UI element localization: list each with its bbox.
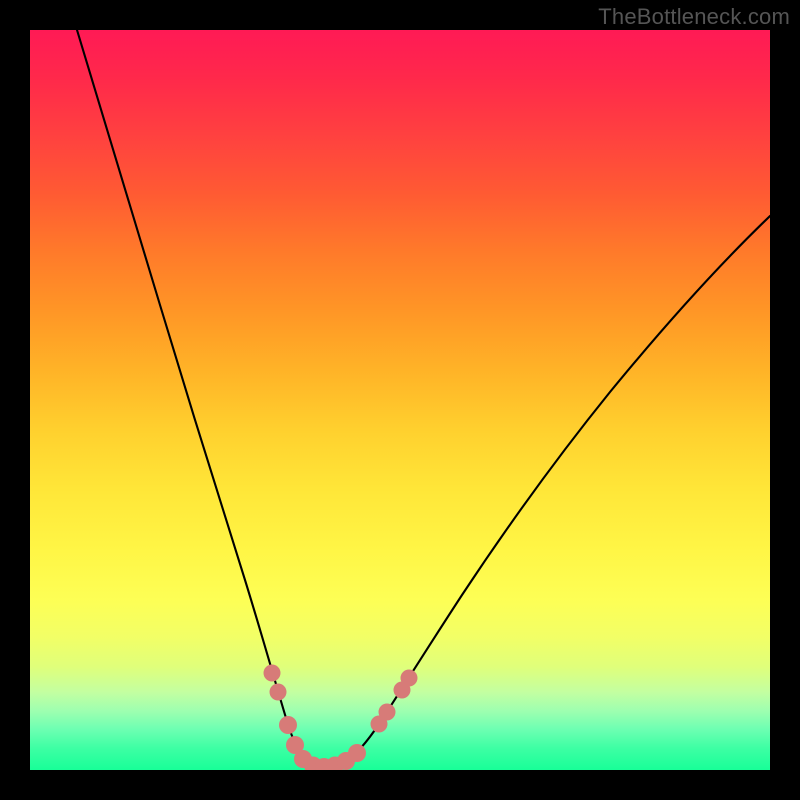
curve-layer [30,30,770,770]
plot-area [30,30,770,770]
bottleneck-curve [77,30,770,768]
marker-dot [279,716,297,734]
marker-dot [379,704,396,721]
marker-dot [401,670,418,687]
marker-dot [264,665,281,682]
marker-group [264,665,418,771]
marker-dot [348,744,366,762]
chart-frame: TheBottleneck.com [0,0,800,800]
watermark-text: TheBottleneck.com [598,4,790,30]
marker-dot [270,684,287,701]
